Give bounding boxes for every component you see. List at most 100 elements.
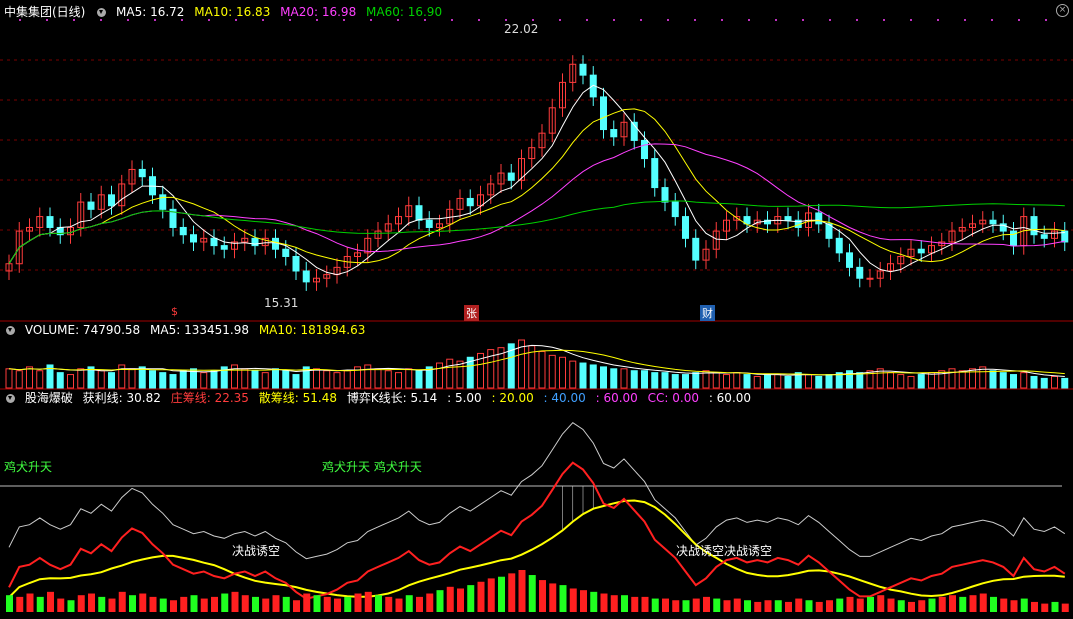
volume-bar [343, 370, 351, 389]
candle-body [1040, 234, 1048, 239]
indicator-bar [416, 596, 423, 612]
ma10-line [8, 108, 1065, 264]
indicator-bar [6, 595, 13, 612]
indicator-bar [98, 596, 106, 612]
close-icon[interactable]: × [1056, 4, 1069, 17]
candle-body [87, 201, 95, 210]
volume-bar [446, 358, 454, 389]
volume-bar [313, 368, 320, 389]
volume-bar [1010, 374, 1017, 389]
low-price-label: 15.31 [264, 296, 299, 310]
candle-body [784, 216, 792, 221]
dot-marker [964, 19, 966, 21]
candle-body [282, 248, 290, 257]
candle-body [179, 226, 187, 236]
volume-bar [67, 374, 74, 389]
volume-bar [979, 366, 987, 389]
indicator-bar [631, 596, 639, 612]
indicator-bar [990, 596, 997, 612]
dropdown-icon[interactable] [97, 8, 107, 17]
indicator-bar [549, 583, 557, 612]
dot-marker [667, 19, 669, 21]
indicator-bar [436, 590, 444, 612]
indicator-bar [446, 586, 454, 612]
indicator-bar [467, 585, 475, 612]
indicator-bar [334, 598, 341, 612]
volume-bar [641, 370, 648, 389]
candle-body [661, 187, 669, 203]
indicator-bar [252, 596, 259, 612]
indicator-bar [795, 598, 803, 612]
dot-marker [883, 19, 885, 21]
volume-bar [548, 354, 556, 389]
indicator-bar [703, 596, 710, 612]
indicator-bar [754, 601, 762, 612]
indicator-bar [293, 600, 300, 612]
volume-bar [774, 374, 782, 389]
volume-ma5-line [8, 344, 1065, 377]
indicator-bar [518, 570, 526, 612]
indicator-bar [272, 595, 280, 612]
indicator-bar [405, 595, 413, 612]
volume-bar [364, 364, 372, 389]
dot-marker [991, 19, 993, 21]
level-60-readout: : 60.00 [595, 391, 638, 405]
marker-dollar[interactable]: $ [169, 305, 180, 318]
volume-bar [36, 370, 44, 389]
candle-body [1030, 216, 1038, 236]
candle-body [425, 219, 433, 228]
candle-body [466, 197, 474, 207]
indicator-bar [744, 600, 751, 612]
volume-bar [917, 374, 925, 389]
annotation-bear-1: 决战诱空 [232, 544, 281, 558]
volume-bar [333, 372, 341, 389]
volume-bar [723, 374, 730, 389]
indicator-bar [774, 600, 782, 612]
annotation-rise-1: 鸡犬升天 [4, 460, 53, 474]
indicator-bar [610, 595, 618, 612]
volume-bar [15, 370, 23, 389]
indicator-bar [764, 600, 772, 612]
indicator-bar [580, 590, 587, 612]
volume-bar [1061, 377, 1069, 389]
volume-bar [26, 366, 33, 389]
price-header: 中集集团(日线) MA5: 16.72 MA10: 16.83 MA20: 16… [4, 4, 448, 20]
dot-marker [1018, 19, 1020, 21]
indicator-bar [77, 595, 85, 612]
volume-bar [907, 375, 915, 389]
dropdown-icon[interactable] [6, 326, 15, 335]
volume-bar [128, 368, 136, 389]
indicator-bar [672, 600, 680, 612]
indicator-bar [897, 600, 905, 612]
indicator-bar [149, 596, 157, 612]
marker-cai[interactable]: 财 [700, 305, 715, 321]
volume-bar [764, 374, 771, 389]
stock-title[interactable]: 中集集团(日线) [4, 5, 85, 19]
indicator-bar [1020, 598, 1028, 612]
indicator-bar [487, 578, 495, 612]
volume-bar [733, 372, 741, 389]
indicator-bar [67, 600, 75, 612]
retail-line-readout: 散筹线: 51.48 [258, 391, 337, 405]
volume-bar [661, 372, 669, 389]
indicator-bar [385, 596, 393, 612]
volume-bar [538, 351, 546, 389]
indicator-bar [241, 595, 249, 612]
volume-bar [784, 375, 792, 389]
level-5-readout: : 5.00 [447, 391, 482, 405]
ma60-readout: MA60: 16.90 [366, 5, 443, 19]
dot-marker [694, 19, 696, 21]
volume-bar [261, 372, 269, 389]
indicator-bar [826, 600, 833, 612]
annotation-rise-2: 鸡犬升天 鸡犬升天 [322, 460, 422, 474]
indicator-bar [323, 596, 331, 612]
dropdown-icon[interactable] [6, 394, 15, 403]
dot-marker [613, 19, 615, 21]
indicator-bar [26, 593, 34, 612]
volume-bar [179, 370, 187, 389]
volume-bar [825, 374, 833, 389]
volume-bar [108, 372, 115, 389]
volume-bar [712, 372, 720, 389]
marker-zhang[interactable]: 张 [464, 305, 479, 321]
annotation-bear-2: 决战诱空决战诱空 [676, 544, 773, 558]
